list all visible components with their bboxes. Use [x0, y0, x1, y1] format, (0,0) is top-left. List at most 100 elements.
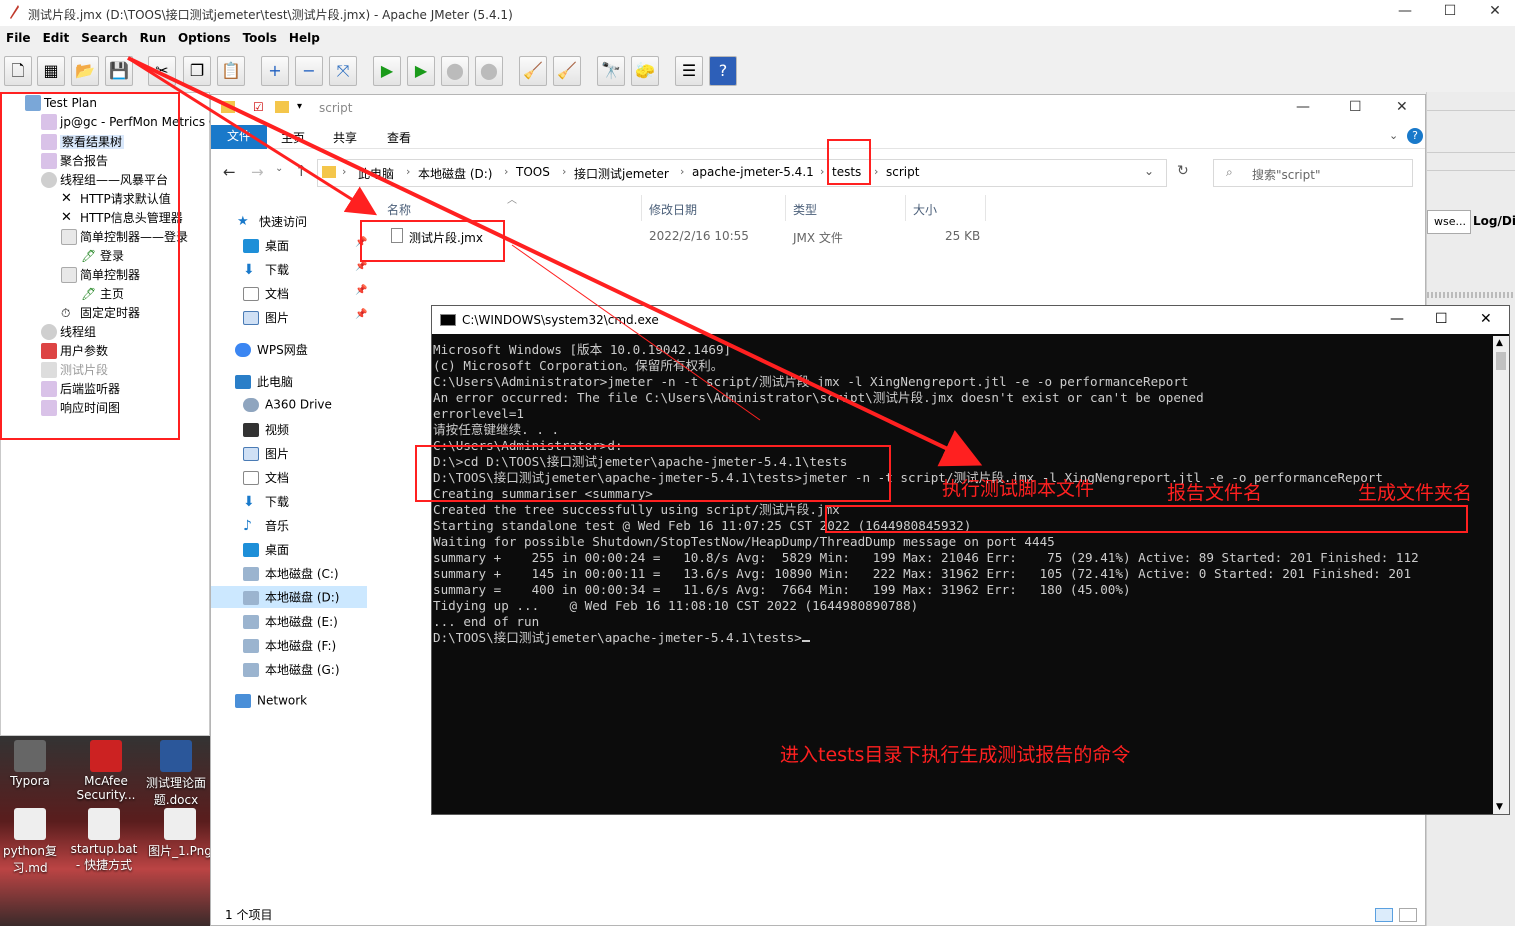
- nav-item-network[interactable]: Network: [235, 693, 307, 708]
- maximize-icon[interactable]: ☐: [1435, 311, 1448, 327]
- breadcrumb-item[interactable]: 本地磁盘 (D:): [418, 165, 492, 182]
- desktop-icon[interactable]: 测试理论面题.docx: [142, 740, 210, 808]
- open-icon[interactable]: 📂: [71, 56, 99, 86]
- nav-item-desktop-pc[interactable]: 桌面: [243, 541, 289, 558]
- nav-item-a360[interactable]: A360 Drive: [243, 397, 332, 412]
- cmd-scrollbar[interactable]: ▲ ▼: [1493, 336, 1509, 814]
- nav-item-pictures[interactable]: 图片: [243, 309, 289, 326]
- nav-item-wps[interactable]: WPS网盘: [235, 341, 308, 358]
- address-bar[interactable]: › 此电脑 › 本地磁盘 (D:) › TOOS › 接口测试jemeter ›…: [317, 159, 1167, 187]
- browse-button[interactable]: wse...: [1427, 210, 1471, 234]
- nav-item-documents-pc[interactable]: 文档: [243, 469, 289, 486]
- menu-run[interactable]: Run: [134, 28, 172, 45]
- nav-item-pictures-pc[interactable]: 图片: [243, 445, 289, 462]
- scroll-up-icon[interactable]: ▲: [1496, 338, 1503, 348]
- nav-item-downloads-pc[interactable]: ⬇ 下载: [243, 493, 289, 510]
- column-size[interactable]: 大小: [913, 201, 937, 218]
- details-view-icon[interactable]: [1375, 908, 1393, 922]
- nav-item-drive-f[interactable]: 本地磁盘 (F:): [243, 637, 336, 654]
- start-icon[interactable]: ▶: [373, 56, 401, 86]
- search-box[interactable]: ⌕ 搜索"script": [1213, 159, 1413, 187]
- breadcrumb-item[interactable]: apache-jmeter-5.4.1: [692, 165, 814, 179]
- menu-tools[interactable]: Tools: [237, 28, 283, 45]
- up-icon[interactable]: ↑: [295, 162, 308, 180]
- breadcrumb-item[interactable]: 此电脑: [358, 165, 394, 182]
- column-type[interactable]: 类型: [793, 201, 817, 218]
- nav-item-videos[interactable]: 视频: [243, 421, 289, 438]
- back-icon[interactable]: ←: [223, 163, 236, 181]
- function-helper-icon[interactable]: ☰: [675, 56, 703, 86]
- menu-search[interactable]: Search: [75, 28, 133, 45]
- close-icon[interactable]: ✕: [1396, 99, 1408, 115]
- minimize-icon[interactable]: —: [1296, 99, 1310, 115]
- menu-file[interactable]: File: [0, 28, 37, 45]
- cut-icon[interactable]: ✂: [148, 56, 176, 86]
- breadcrumb-item[interactable]: script: [886, 165, 919, 179]
- quick-access-chevron-icon[interactable]: ▾: [297, 101, 302, 112]
- nav-item-drive-g[interactable]: 本地磁盘 (G:): [243, 661, 340, 678]
- minimize-icon[interactable]: —: [1385, 3, 1425, 23]
- expand-icon[interactable]: +: [261, 56, 289, 86]
- clear-all-icon[interactable]: 🧹: [553, 56, 581, 86]
- desktop-icon[interactable]: python复习.md: [0, 808, 64, 876]
- forward-icon[interactable]: →: [251, 163, 264, 181]
- menu-bar: File Edit Search Run Options Tools Help: [0, 28, 1515, 50]
- minimize-icon[interactable]: —: [1390, 311, 1404, 327]
- maximize-icon[interactable]: ☐: [1430, 3, 1470, 23]
- file-row[interactable]: 测试片段.jmx 2022/2/16 10:55 JMX 文件 25 KB: [371, 225, 1271, 247]
- help-icon[interactable]: ?: [1407, 128, 1423, 144]
- copy-icon[interactable]: ❐: [183, 56, 211, 86]
- nav-item-desktop[interactable]: 桌面: [243, 237, 289, 254]
- shutdown-icon[interactable]: ⬤: [475, 56, 503, 86]
- tab-share[interactable]: 共享: [333, 129, 357, 146]
- column-date[interactable]: 修改日期: [649, 201, 697, 218]
- breadcrumb-item[interactable]: 接口测试jemeter: [574, 165, 669, 182]
- menu-help[interactable]: Help: [283, 28, 326, 45]
- nav-item-drive-c[interactable]: 本地磁盘 (C:): [243, 565, 339, 582]
- collapse-icon[interactable]: −: [295, 56, 323, 86]
- nav-item-downloads[interactable]: ⬇ 下载: [243, 261, 289, 278]
- search-icon[interactable]: 🔭: [597, 56, 625, 86]
- tab-view[interactable]: 查看: [387, 129, 411, 146]
- large-icons-view-icon[interactable]: [1399, 908, 1417, 922]
- clear-icon[interactable]: 🧹: [519, 56, 547, 86]
- templates-icon[interactable]: ▦: [37, 56, 65, 86]
- desktop-icon[interactable]: McAfee Security...: [72, 740, 140, 802]
- nav-item-documents[interactable]: 文档: [243, 285, 289, 302]
- nav-item-drive-d[interactable]: 本地磁盘 (D:): [211, 586, 367, 608]
- ribbon-expand-icon[interactable]: ⌄: [1389, 129, 1398, 142]
- start-no-pause-icon[interactable]: ▶: [407, 56, 435, 86]
- nav-item-music[interactable]: ♪ 音乐: [243, 517, 289, 534]
- new-icon[interactable]: 🗋: [4, 56, 32, 86]
- maximize-icon[interactable]: ☐: [1349, 99, 1362, 115]
- paste-icon[interactable]: 📋: [217, 56, 245, 86]
- stop-icon[interactable]: ⬤: [441, 56, 469, 86]
- nav-item-drive-e[interactable]: 本地磁盘 (E:): [243, 613, 338, 630]
- log-display-button[interactable]: Log/Dis: [1473, 210, 1515, 234]
- tab-home[interactable]: 主页: [281, 129, 305, 146]
- scroll-down-icon[interactable]: ▼: [1496, 802, 1503, 812]
- refresh-icon[interactable]: ↻: [1177, 163, 1189, 179]
- search-input[interactable]: 搜索"script": [1252, 166, 1320, 183]
- save-icon[interactable]: 💾: [105, 56, 133, 86]
- menu-options[interactable]: Options: [172, 28, 237, 45]
- column-name[interactable]: 名称: [387, 201, 411, 218]
- menu-edit[interactable]: Edit: [37, 28, 76, 45]
- desktop-icon[interactable]: Typora: [0, 740, 64, 788]
- recent-chevron-icon[interactable]: ⌄: [275, 163, 283, 174]
- breadcrumb-item[interactable]: TOOS: [516, 165, 550, 179]
- close-icon[interactable]: ✕: [1480, 311, 1492, 327]
- desktop-icon[interactable]: startup.bat - 快捷方式: [70, 808, 138, 873]
- reset-search-icon[interactable]: 🧽: [631, 56, 659, 86]
- properties-icon[interactable]: ☑: [253, 100, 264, 114]
- close-icon[interactable]: ✕: [1475, 3, 1515, 23]
- new-folder-icon[interactable]: [275, 101, 289, 113]
- address-dropdown-icon[interactable]: ⌄: [1144, 164, 1154, 178]
- help-icon[interactable]: ?: [709, 56, 737, 86]
- scroll-thumb[interactable]: [1496, 352, 1506, 370]
- toggle-icon[interactable]: ⤧: [329, 56, 357, 86]
- nav-item-quick-access[interactable]: ★ 快速访问: [237, 213, 307, 230]
- tab-file[interactable]: 文件: [211, 125, 267, 149]
- desktop-icon[interactable]: 图片_1.Png: [146, 808, 214, 859]
- nav-item-this-pc[interactable]: 此电脑: [235, 373, 293, 390]
